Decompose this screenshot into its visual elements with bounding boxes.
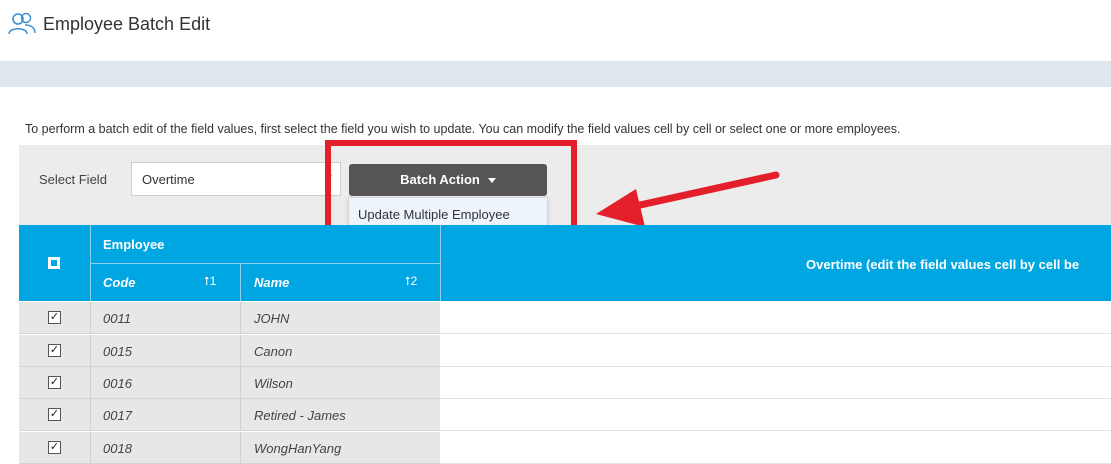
row-checkbox[interactable]: ✓ [48,376,61,389]
sort-asc-icon[interactable]: ⭡1 [204,274,216,289]
table-row: ✓ 0016 Wilson [19,367,1111,399]
users-icon [8,12,36,35]
header-divider [440,225,441,301]
row-checkbox[interactable]: ✓ [48,344,61,357]
field-select[interactable]: Overtime ▾ [131,162,341,196]
employee-name: Retired - James [254,408,346,423]
employee-name: Wilson [254,376,293,391]
employee-group-header: Employee [103,237,165,252]
table-row: ✓ 0011 JOHN [19,302,1111,334]
select-field-label: Select Field [39,172,107,187]
row-checkbox[interactable]: ✓ [48,311,61,324]
table-row: ✓ 0017 Retired - James [19,399,1111,431]
chevron-down-icon: ▾ [326,172,332,183]
employee-name: JOHN [254,311,290,326]
overtime-cell[interactable] [440,399,1111,431]
column-header-code[interactable]: Code [103,275,136,290]
batch-action-button[interactable]: Batch Action [349,164,547,196]
overtime-cell[interactable] [440,367,1111,399]
overtime-cell[interactable] [440,335,1111,367]
select-all-checkbox[interactable] [48,257,60,269]
header-divider [90,263,441,264]
header-band [0,61,1111,87]
row-checkbox[interactable]: ✓ [48,441,61,454]
page-title: Employee Batch Edit [43,14,211,34]
sort-asc-icon[interactable]: ⭡2 [405,274,417,289]
batch-action-label: Batch Action [400,172,480,187]
employee-code: 0016 [103,376,132,391]
employee-code: 0018 [103,441,132,456]
table-row: ✓ 0015 Canon [19,335,1111,367]
employee-code: 0011 [103,311,131,326]
overtime-cell[interactable] [440,432,1111,464]
overtime-cell[interactable] [440,302,1111,334]
table-row: ✓ 0018 WongHanYang [19,432,1111,464]
employee-name: Canon [254,344,293,359]
employee-name: WongHanYang [254,441,342,456]
employee-code: 0017 [103,408,132,423]
header-divider [240,263,241,301]
field-select-value: Overtime [142,172,195,187]
column-header-overtime: Overtime (edit the field values cell by … [806,257,1080,272]
caret-down-icon [487,178,496,184]
instructions-text: To perform a batch edit of the field val… [25,122,901,136]
employee-code: 0015 [103,344,132,359]
column-header-name[interactable]: Name [254,275,289,290]
menu-item-update-multiple[interactable]: Update Multiple Employee [358,207,510,222]
row-checkbox[interactable]: ✓ [48,408,61,421]
page-header: Employee Batch Edit [0,0,1111,60]
